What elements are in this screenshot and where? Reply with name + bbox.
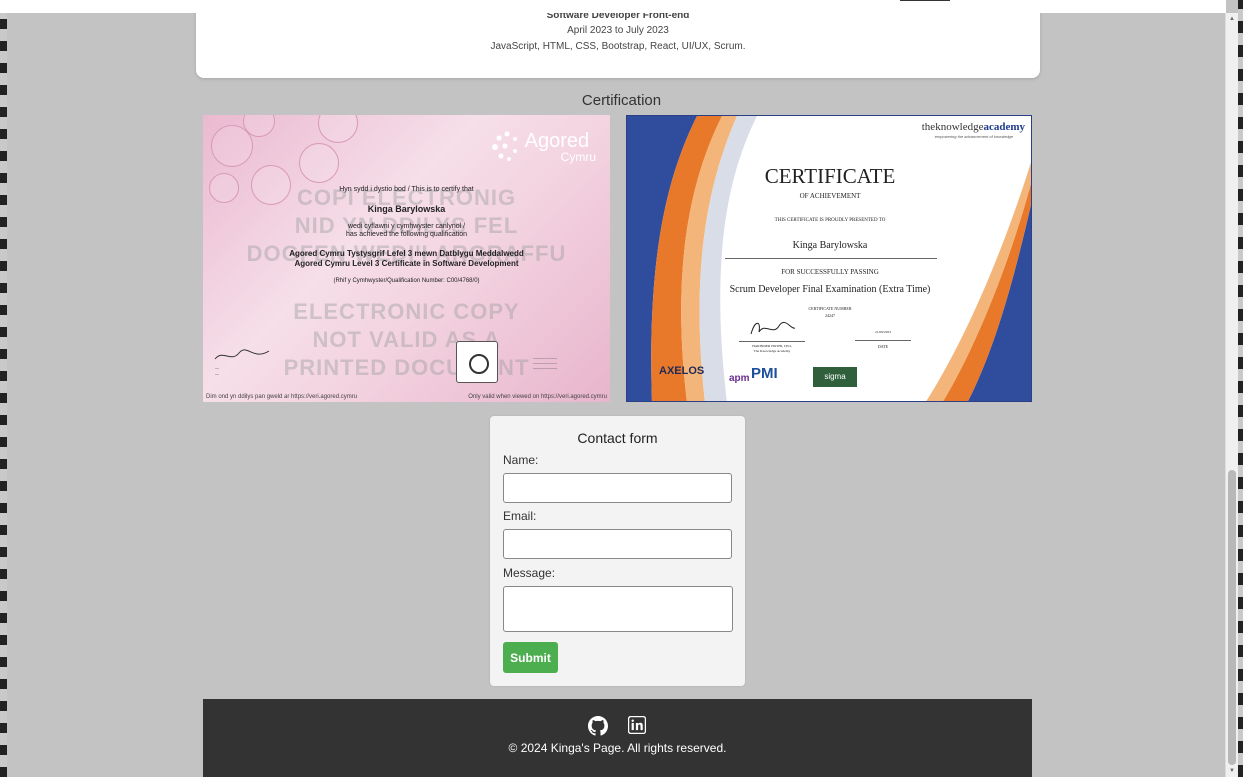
logo-tagline: empowering the advancement of knowledge — [934, 134, 1013, 139]
signer-name: HARINDER HOTHI, CEO, — [752, 344, 792, 348]
message-textarea[interactable] — [503, 586, 733, 632]
cert-number-label: CERTIFICATE NUMBER — [808, 306, 852, 311]
recipient-name: Kinga Barylowska — [367, 204, 446, 214]
job-dates: April 2023 to July 2023 — [567, 25, 669, 36]
name-label: Name: — [503, 453, 539, 467]
scrollbar-thumb[interactable] — [1228, 470, 1236, 765]
certify-line: Hyn sydd i dystio bod / This is to certi… — [339, 186, 474, 193]
social-links — [203, 715, 1032, 736]
agored-certificate-image: Agored Cymru COPI ELECTRONIG NID YN DDIL… — [203, 115, 610, 402]
left-edge-strip — [0, 0, 7, 777]
certificate-subtitle: OF ACHIEVEMENT — [799, 192, 861, 200]
copyright-text: © 2024 Kinga's Page. All rights reserved… — [508, 741, 727, 755]
ka-signature-image — [750, 321, 796, 335]
top-bar-underline — [900, 0, 950, 1]
decor-circle — [299, 143, 339, 183]
verify-footer-english: Only valid when viewed on https://veri.a… — [468, 394, 607, 400]
email-label: Email: — [503, 509, 537, 523]
passing-line: FOR SUCCESSFULLY PASSING — [781, 268, 879, 276]
divider-line — [725, 258, 937, 259]
linkedin-icon[interactable] — [627, 715, 647, 736]
decor-circle — [318, 115, 358, 143]
signer-org: The Knowledge Academy — [753, 349, 791, 353]
presented-to: THIS CERTIFICATE IS PROUDLY PRESENTED TO — [774, 218, 886, 223]
qualification-english: Agored Cymru Level 3 Certificate in Soft… — [294, 259, 519, 268]
ka-recipient-name: Kinga Barylowska — [792, 240, 868, 251]
top-bar — [0, 0, 1226, 13]
certificate-title: CERTIFICATE — [764, 164, 896, 188]
job-skills: JavaScript, HTML, CSS, Bootstrap, React,… — [490, 41, 746, 52]
vertical-scrollbar[interactable]: ▲ ▼ — [1225, 13, 1238, 777]
message-label: Message: — [503, 566, 556, 580]
signature-image — [214, 349, 270, 360]
achieved-line-2: has achieved the following qualification — [345, 231, 468, 238]
pmi-logo: PMI — [751, 365, 778, 382]
date-value: 21/09/2023 — [875, 330, 891, 334]
exam-name: Scrum Developer Final Examination (Extra… — [729, 284, 931, 295]
scroll-up-arrow-icon[interactable]: ▲ — [1226, 14, 1238, 24]
apm-logo: apm — [729, 373, 750, 384]
small-print: —————— —————— —————— — [533, 355, 557, 370]
page-footer: © 2024 Kinga's Page. All rights reserved… — [203, 699, 1032, 777]
right-edge-strip — [1238, 0, 1243, 777]
signatory-block: — — — [215, 365, 219, 376]
contact-form: Contact form Name: Email: Message: Submi… — [490, 416, 745, 686]
agored-logo-sub: Cymru — [560, 150, 596, 164]
logo-suffix: academy — [983, 121, 1025, 133]
signature-line — [739, 341, 805, 342]
submit-button[interactable]: Submit — [503, 642, 558, 673]
watermark-line: ELECTRONIC COPY — [293, 299, 520, 324]
qualification-welsh: Agored Cymru Tystysgrif Lefel 3 mewn Dat… — [289, 249, 524, 258]
cert-number: 24247 — [825, 313, 835, 318]
agored-dots-icon — [491, 131, 517, 161]
github-icon[interactable] — [588, 716, 609, 736]
contact-form-title: Contact form — [577, 430, 658, 446]
sigma-logo: sigma — [813, 367, 857, 387]
certificate-swoosh-decoration — [627, 116, 1031, 401]
date-label: DATE — [877, 344, 889, 349]
name-input[interactable] — [503, 473, 732, 503]
qualification-seal-image — [456, 341, 498, 383]
knowledge-academy-certificate-image: theknowledgeacademy empowering the advan… — [626, 115, 1032, 402]
verify-footer-welsh: Dim ond yn ddilys pan gweld ar https://v… — [206, 394, 358, 400]
qualification-number: (Rhif y Cymhwyster/Qualification Number:… — [333, 278, 480, 284]
certification-heading: Certification — [581, 92, 662, 109]
agored-logo: Agored Cymru — [491, 130, 596, 164]
achieved-line-1: wedi cyflawni y cymhwyster canlynol / — [347, 223, 466, 230]
axelos-logo: AXELOS — [659, 365, 705, 377]
agored-logo-name: Agored — [524, 130, 590, 152]
logo-prefix: theknowledge — [921, 121, 984, 133]
scroll-down-arrow-icon[interactable]: ▼ — [1226, 766, 1238, 776]
date-line — [855, 340, 911, 341]
email-input[interactable] — [503, 529, 732, 559]
knowledge-academy-logo: theknowledgeacademy — [922, 121, 1025, 133]
